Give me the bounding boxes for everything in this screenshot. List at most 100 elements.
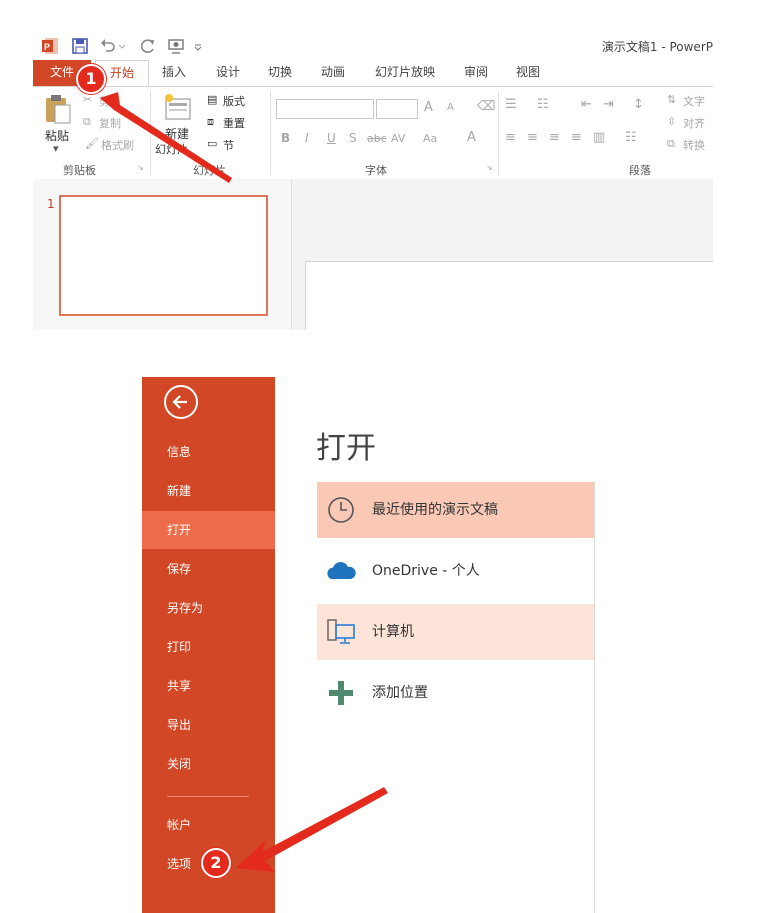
nav-save[interactable]: 保存 <box>142 550 275 588</box>
paragraph-group-label: 段落 <box>629 164 651 177</box>
tab-slideshow[interactable]: 幻灯片放映 <box>373 60 437 86</box>
backstage-content: 打开 最近使用的演示文稿 OneDrive - 个人 计算机 添加位置 <box>275 377 596 913</box>
undo-icon[interactable] <box>99 37 117 55</box>
paste-dropdown-icon[interactable]: ▾ <box>53 142 59 155</box>
clear-formatting-icon[interactable]: ⌫ <box>477 99 495 114</box>
customize-qat-icon[interactable] <box>193 37 203 55</box>
backstage-nav: 信息 新建 打开 保存 另存为 打印 共享 导出 关闭 帐户 选项 <box>142 377 275 913</box>
tab-animations[interactable]: 动画 <box>318 60 348 86</box>
clipboard-launcher-icon[interactable]: ↘ <box>137 163 144 172</box>
align-text-icon[interactable]: ⇳ <box>667 115 676 128</box>
section-icon[interactable]: ▭ <box>207 137 217 150</box>
place-add[interactable]: 添加位置 <box>317 665 594 721</box>
decrease-indent-icon[interactable]: ⇤ <box>581 97 592 112</box>
change-case-button[interactable]: Aa <box>423 132 437 145</box>
place-recent[interactable]: 最近使用的演示文稿 <box>317 482 594 538</box>
justify-icon[interactable]: ≡ <box>571 130 582 145</box>
strikethrough-button[interactable]: abc <box>367 132 387 145</box>
powerpoint-logo-icon: P <box>42 38 58 54</box>
tab-transitions[interactable]: 切换 <box>265 60 295 86</box>
slide-thumbnail[interactable] <box>59 195 268 316</box>
reset-button[interactable]: 重置 <box>223 115 245 131</box>
align-left-icon[interactable]: ≡ <box>505 130 516 145</box>
clock-icon <box>328 497 354 523</box>
new-slide-label-1[interactable]: 新建 <box>165 125 189 142</box>
new-slide-label-2[interactable]: 幻灯片 <box>155 141 188 157</box>
format-painter-icon[interactable]: 🖌 <box>85 137 99 150</box>
computer-icon <box>327 619 355 644</box>
bold-button[interactable]: B <box>281 131 290 145</box>
place-label: 计算机 <box>372 624 414 640</box>
convert-smartart-button[interactable]: 转换 <box>683 137 705 153</box>
svg-text:P: P <box>44 42 50 52</box>
bullets-icon[interactable]: ☰ <box>505 97 517 112</box>
group-separator <box>498 91 499 175</box>
nav-account[interactable]: 帐户 <box>142 806 275 844</box>
back-arrow-icon <box>172 395 187 409</box>
align-text-button[interactable]: 对齐 <box>683 115 705 131</box>
nav-new[interactable]: 新建 <box>142 472 275 510</box>
font-name-combo[interactable] <box>276 99 374 119</box>
annotation-badge-2: 2 <box>201 848 231 878</box>
line-spacing-icon[interactable]: ↕ <box>633 97 644 112</box>
nav-info[interactable]: 信息 <box>142 433 275 471</box>
slide-area: 1 <box>33 179 713 330</box>
new-slide-icon[interactable] <box>163 93 193 123</box>
align-right-icon[interactable]: ≡ <box>549 130 560 145</box>
redo-icon[interactable] <box>139 37 157 55</box>
char-spacing-button[interactable]: AV <box>391 132 405 145</box>
reset-icon[interactable]: ⧈ <box>207 115 214 129</box>
format-painter-button[interactable]: 格式刷 <box>101 137 134 153</box>
tab-review[interactable]: 审阅 <box>461 60 491 86</box>
tab-design[interactable]: 设计 <box>213 60 243 86</box>
nav-open[interactable]: 打开 <box>142 511 275 549</box>
font-launcher-icon[interactable]: ↘ <box>486 163 493 172</box>
distributed-icon[interactable]: ▥ <box>593 130 605 145</box>
tab-insert[interactable]: 插入 <box>159 60 189 86</box>
layout-icon[interactable]: ▤ <box>207 93 217 106</box>
nav-export[interactable]: 导出 <box>142 706 275 744</box>
nav-share[interactable]: 共享 <box>142 667 275 705</box>
underline-button[interactable]: U <box>327 131 336 145</box>
nav-save-as[interactable]: 另存为 <box>142 589 275 627</box>
shrink-font-button[interactable]: A <box>447 102 454 113</box>
font-size-combo[interactable] <box>376 99 418 119</box>
numbering-icon[interactable]: ☷ <box>537 97 549 112</box>
nav-close[interactable]: 关闭 <box>142 745 275 783</box>
text-direction-icon[interactable]: ⇅ <box>667 93 676 106</box>
save-icon[interactable] <box>71 37 89 55</box>
shadow-button[interactable]: S <box>349 131 357 145</box>
thumbnail-pane: 1 <box>33 179 292 330</box>
font-color-button[interactable]: A <box>467 130 476 145</box>
copy-icon[interactable]: ⧉ <box>83 115 91 129</box>
align-center-icon[interactable]: ≡ <box>527 130 538 145</box>
back-button[interactable] <box>164 385 198 419</box>
undo-dropdown-icon[interactable] <box>117 37 127 55</box>
nav-print[interactable]: 打印 <box>142 628 275 666</box>
paste-icon[interactable] <box>43 93 73 125</box>
onedrive-cloud-icon <box>327 562 356 579</box>
copy-button[interactable]: 复制 <box>99 115 121 131</box>
text-direction-button[interactable]: 文字 <box>683 93 705 109</box>
slide-canvas[interactable] <box>305 261 713 330</box>
convert-smartart-icon[interactable]: ⧉ <box>667 137 675 151</box>
layout-button[interactable]: 版式 <box>223 93 245 109</box>
cut-icon[interactable]: ✂ <box>83 93 92 106</box>
cut-button[interactable]: 剪 <box>99 93 110 109</box>
slide-number: 1 <box>47 197 55 211</box>
section-button[interactable]: 节 <box>223 137 234 153</box>
ribbon: 粘贴 ▾ ✂ 剪 ⧉ 复制 🖌 格式刷 剪贴板 ↘ 新建 幻灯片 ▤ 版式 ⧈ … <box>33 86 713 180</box>
increase-indent-icon[interactable]: ⇥ <box>603 97 614 112</box>
columns-icon[interactable]: ☷ <box>625 130 637 145</box>
grow-font-button[interactable]: A <box>424 100 433 115</box>
place-computer[interactable]: 计算机 <box>317 604 594 660</box>
slide-editor <box>292 179 713 330</box>
tab-view[interactable]: 视图 <box>513 60 543 86</box>
place-onedrive[interactable]: OneDrive - 个人 <box>317 543 594 599</box>
group-separator <box>150 91 151 175</box>
italic-button[interactable]: I <box>305 131 309 145</box>
group-separator <box>270 91 271 175</box>
annotation-badge-1: 1 <box>76 64 106 94</box>
place-label: 最近使用的演示文稿 <box>372 502 498 518</box>
start-from-beginning-icon[interactable] <box>167 37 185 55</box>
